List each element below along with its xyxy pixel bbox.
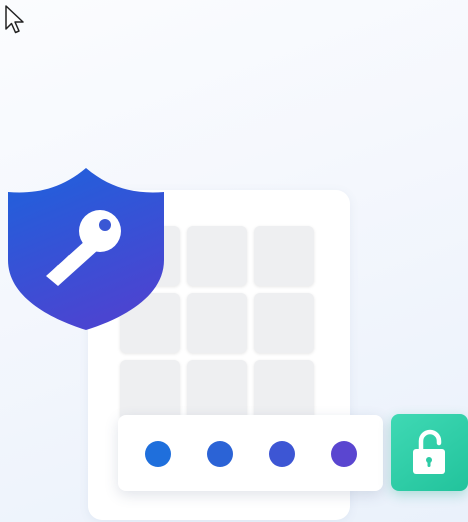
pin-dot bbox=[145, 441, 171, 467]
mouse-pointer-icon bbox=[5, 5, 24, 34]
shield-key-icon bbox=[8, 168, 164, 330]
keypad-key[interactable] bbox=[254, 293, 314, 353]
pin-entry-field[interactable] bbox=[118, 415, 383, 491]
keypad-key[interactable] bbox=[187, 226, 247, 286]
pin-dot bbox=[207, 441, 233, 467]
padlock-open-icon bbox=[413, 429, 445, 474]
keypad-key[interactable] bbox=[187, 293, 247, 353]
pin-dot bbox=[269, 441, 295, 467]
pin-dot bbox=[331, 441, 357, 467]
keypad-key[interactable] bbox=[120, 360, 180, 420]
keypad-key[interactable] bbox=[187, 360, 247, 420]
unlock-button[interactable] bbox=[391, 414, 468, 491]
keypad-key[interactable] bbox=[254, 360, 314, 420]
keypad-key[interactable] bbox=[254, 226, 314, 286]
